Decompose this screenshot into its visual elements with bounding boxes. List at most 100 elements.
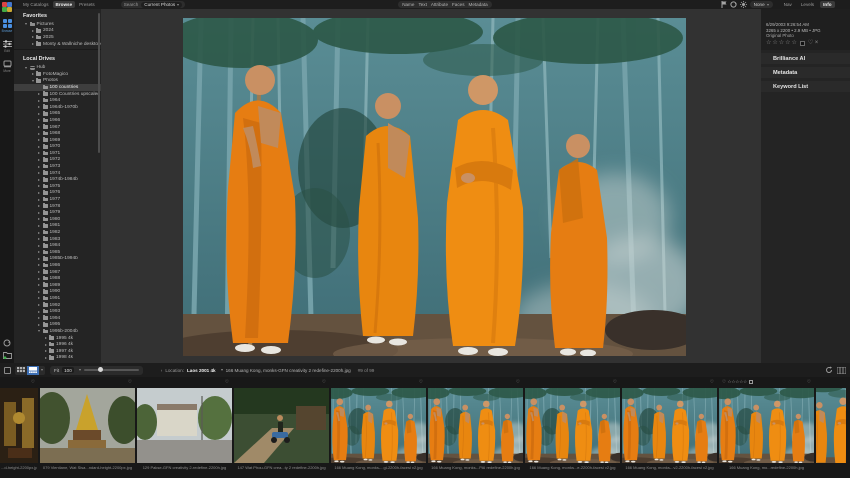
chevron-icon[interactable]: [37, 179, 42, 181]
chevron-icon[interactable]: [37, 172, 42, 174]
search-bar[interactable]: Search Current Photos: [121, 1, 185, 8]
chevron-icon[interactable]: [24, 23, 29, 25]
chevron-icon[interactable]: [30, 36, 35, 38]
zoom-slider[interactable]: [84, 369, 139, 371]
chevron-icon[interactable]: [37, 245, 42, 247]
layout-columns-icon[interactable]: [837, 367, 846, 374]
folder-tree-item[interactable]: 1982: [14, 229, 101, 236]
chevron-down-icon[interactable]: [79, 369, 81, 371]
folder-tree-item[interactable]: 1984: [14, 242, 101, 249]
folder-tree-item[interactable]: 2024: [14, 28, 101, 35]
heart-icon[interactable]: ♡: [322, 380, 326, 385]
compare-view-icon[interactable]: [4, 367, 11, 374]
folder-tree-item[interactable]: 1975: [14, 183, 101, 190]
chevron-icon[interactable]: [30, 73, 35, 75]
folder-tree-item[interactable]: 1973: [14, 163, 101, 170]
zoom-slider-knob[interactable]: [98, 367, 103, 372]
section-brilliance-ai[interactable]: Brilliance AI: [761, 53, 850, 65]
folder-tree-item[interactable]: 1970: [14, 144, 101, 151]
chevron-down-icon[interactable]: [221, 369, 223, 371]
chevron-icon[interactable]: [37, 166, 42, 168]
thumbnail-cell[interactable]: ♡ 166 Muang Kong, monks...e-2200h-facesi…: [525, 377, 620, 478]
folder-tree-item[interactable]: 1985: [14, 249, 101, 256]
folder-tree-item[interactable]: 1985b-1994b: [14, 256, 101, 263]
chevron-icon[interactable]: [37, 152, 42, 154]
chevron-icon[interactable]: [37, 284, 42, 286]
chevron-icon[interactable]: [37, 139, 42, 141]
folder-tree-item[interactable]: FotoMagico: [14, 71, 101, 78]
chevron-icon[interactable]: [37, 264, 42, 266]
chevron-icon[interactable]: [30, 30, 35, 32]
chevron-icon[interactable]: [37, 100, 42, 102]
folder-tree-item[interactable]: 1998 4k: [14, 355, 101, 362]
chevron-icon[interactable]: [30, 43, 35, 45]
folder-tree-item[interactable]: Monty & Wallniche desktop: [14, 41, 101, 48]
chevron-icon[interactable]: [37, 113, 42, 115]
fit-label[interactable]: Fit: [54, 368, 59, 373]
chevron-icon[interactable]: [37, 311, 42, 313]
folder-tree-item[interactable]: 1964: [14, 97, 101, 104]
folder-tree-item[interactable]: 1971: [14, 150, 101, 157]
chevron-icon[interactable]: [24, 67, 29, 69]
heart-icon[interactable]: ♡: [516, 380, 520, 385]
chevron-icon[interactable]: [37, 291, 42, 293]
chevron-icon[interactable]: [37, 232, 42, 234]
grid-view-button[interactable]: [15, 366, 27, 375]
chevron-icon[interactable]: [37, 238, 42, 240]
folder-tree-item[interactable]: 100 Countries upscaled: [14, 91, 101, 98]
thumbnail-cell[interactable]: ♡ 166 Muang Kong, monks-...gi-2200h-face…: [331, 377, 426, 478]
color-label-icon[interactable]: [800, 41, 805, 46]
tab-my-catalogs[interactable]: My Catalogs: [20, 1, 52, 8]
chevron-icon[interactable]: [37, 106, 42, 108]
thumbnail-cell[interactable]: ♡ 129 Pakse-GFN creativity 2-redefine-22…: [137, 377, 232, 478]
chevron-icon[interactable]: [43, 350, 48, 352]
rail-item-more[interactable]: More: [0, 60, 14, 73]
chevron-icon[interactable]: [37, 185, 42, 187]
folder-tree-item[interactable]: 1997 4k: [14, 348, 101, 355]
chevron-icon[interactable]: [37, 304, 42, 306]
zoom-value[interactable]: 100: [62, 367, 74, 373]
rotate-icon[interactable]: [825, 366, 833, 374]
chevron-icon[interactable]: [30, 80, 35, 82]
folder-tree-item[interactable]: 100 countries: [14, 84, 101, 91]
chevron-icon[interactable]: [37, 146, 42, 148]
chevron-icon[interactable]: [37, 119, 42, 121]
sort-dropdown[interactable]: None: [750, 1, 773, 8]
chevron-icon[interactable]: [37, 330, 42, 332]
folder-tree-item[interactable]: 1988: [14, 275, 101, 282]
chevron-icon[interactable]: [37, 133, 42, 135]
chevron-icon[interactable]: [37, 317, 42, 319]
folder-tree-item[interactable]: 1979: [14, 209, 101, 216]
tab-nav[interactable]: Nav: [781, 1, 795, 8]
folder-tree-item[interactable]: 1995b-2004b: [14, 328, 101, 335]
rail-item-browse[interactable]: Browse: [0, 19, 14, 33]
folder-tree-item[interactable]: 1992: [14, 302, 101, 309]
folder-tree-item[interactable]: 2025: [14, 34, 101, 41]
filter-name[interactable]: Name: [402, 2, 414, 7]
reject-icon[interactable]: ×: [815, 41, 819, 47]
chevron-icon[interactable]: [37, 218, 42, 220]
folder-tree-item[interactable]: 1994: [14, 315, 101, 322]
flag-filter-icon[interactable]: [721, 1, 727, 8]
filter-text[interactable]: Text: [418, 2, 426, 7]
folder-tree-item[interactable]: 1966: [14, 117, 101, 124]
heart-icon[interactable]: ♡: [808, 41, 813, 47]
folder-tree-item[interactable]: 1964b-1970b: [14, 104, 101, 111]
tab-levels[interactable]: Levels: [798, 1, 817, 8]
folder-tree-item[interactable]: 1993: [14, 308, 101, 315]
chevron-down-icon[interactable]: [41, 369, 43, 371]
filter-attribute[interactable]: Attribute: [431, 2, 448, 7]
filter-metadata[interactable]: Metadata: [469, 2, 488, 7]
star-rating[interactable]: ☆☆☆☆☆: [727, 380, 747, 385]
heart-icon[interactable]: ♡: [722, 380, 726, 385]
rail-item-edit[interactable]: Edit: [0, 40, 14, 53]
chevron-icon[interactable]: [37, 251, 42, 253]
folder-tree-item[interactable]: 1991: [14, 295, 101, 302]
folder-tree-item[interactable]: 1987: [14, 269, 101, 276]
folder-tree-item[interactable]: Pictures: [14, 21, 101, 28]
chevron-icon[interactable]: [37, 205, 42, 207]
sidebar-scrollbar[interactable]: [98, 13, 100, 153]
folder-tree-item[interactable]: 1974: [14, 170, 101, 177]
heart-icon[interactable]: ♡: [128, 380, 132, 385]
chevron-icon[interactable]: [37, 278, 42, 280]
